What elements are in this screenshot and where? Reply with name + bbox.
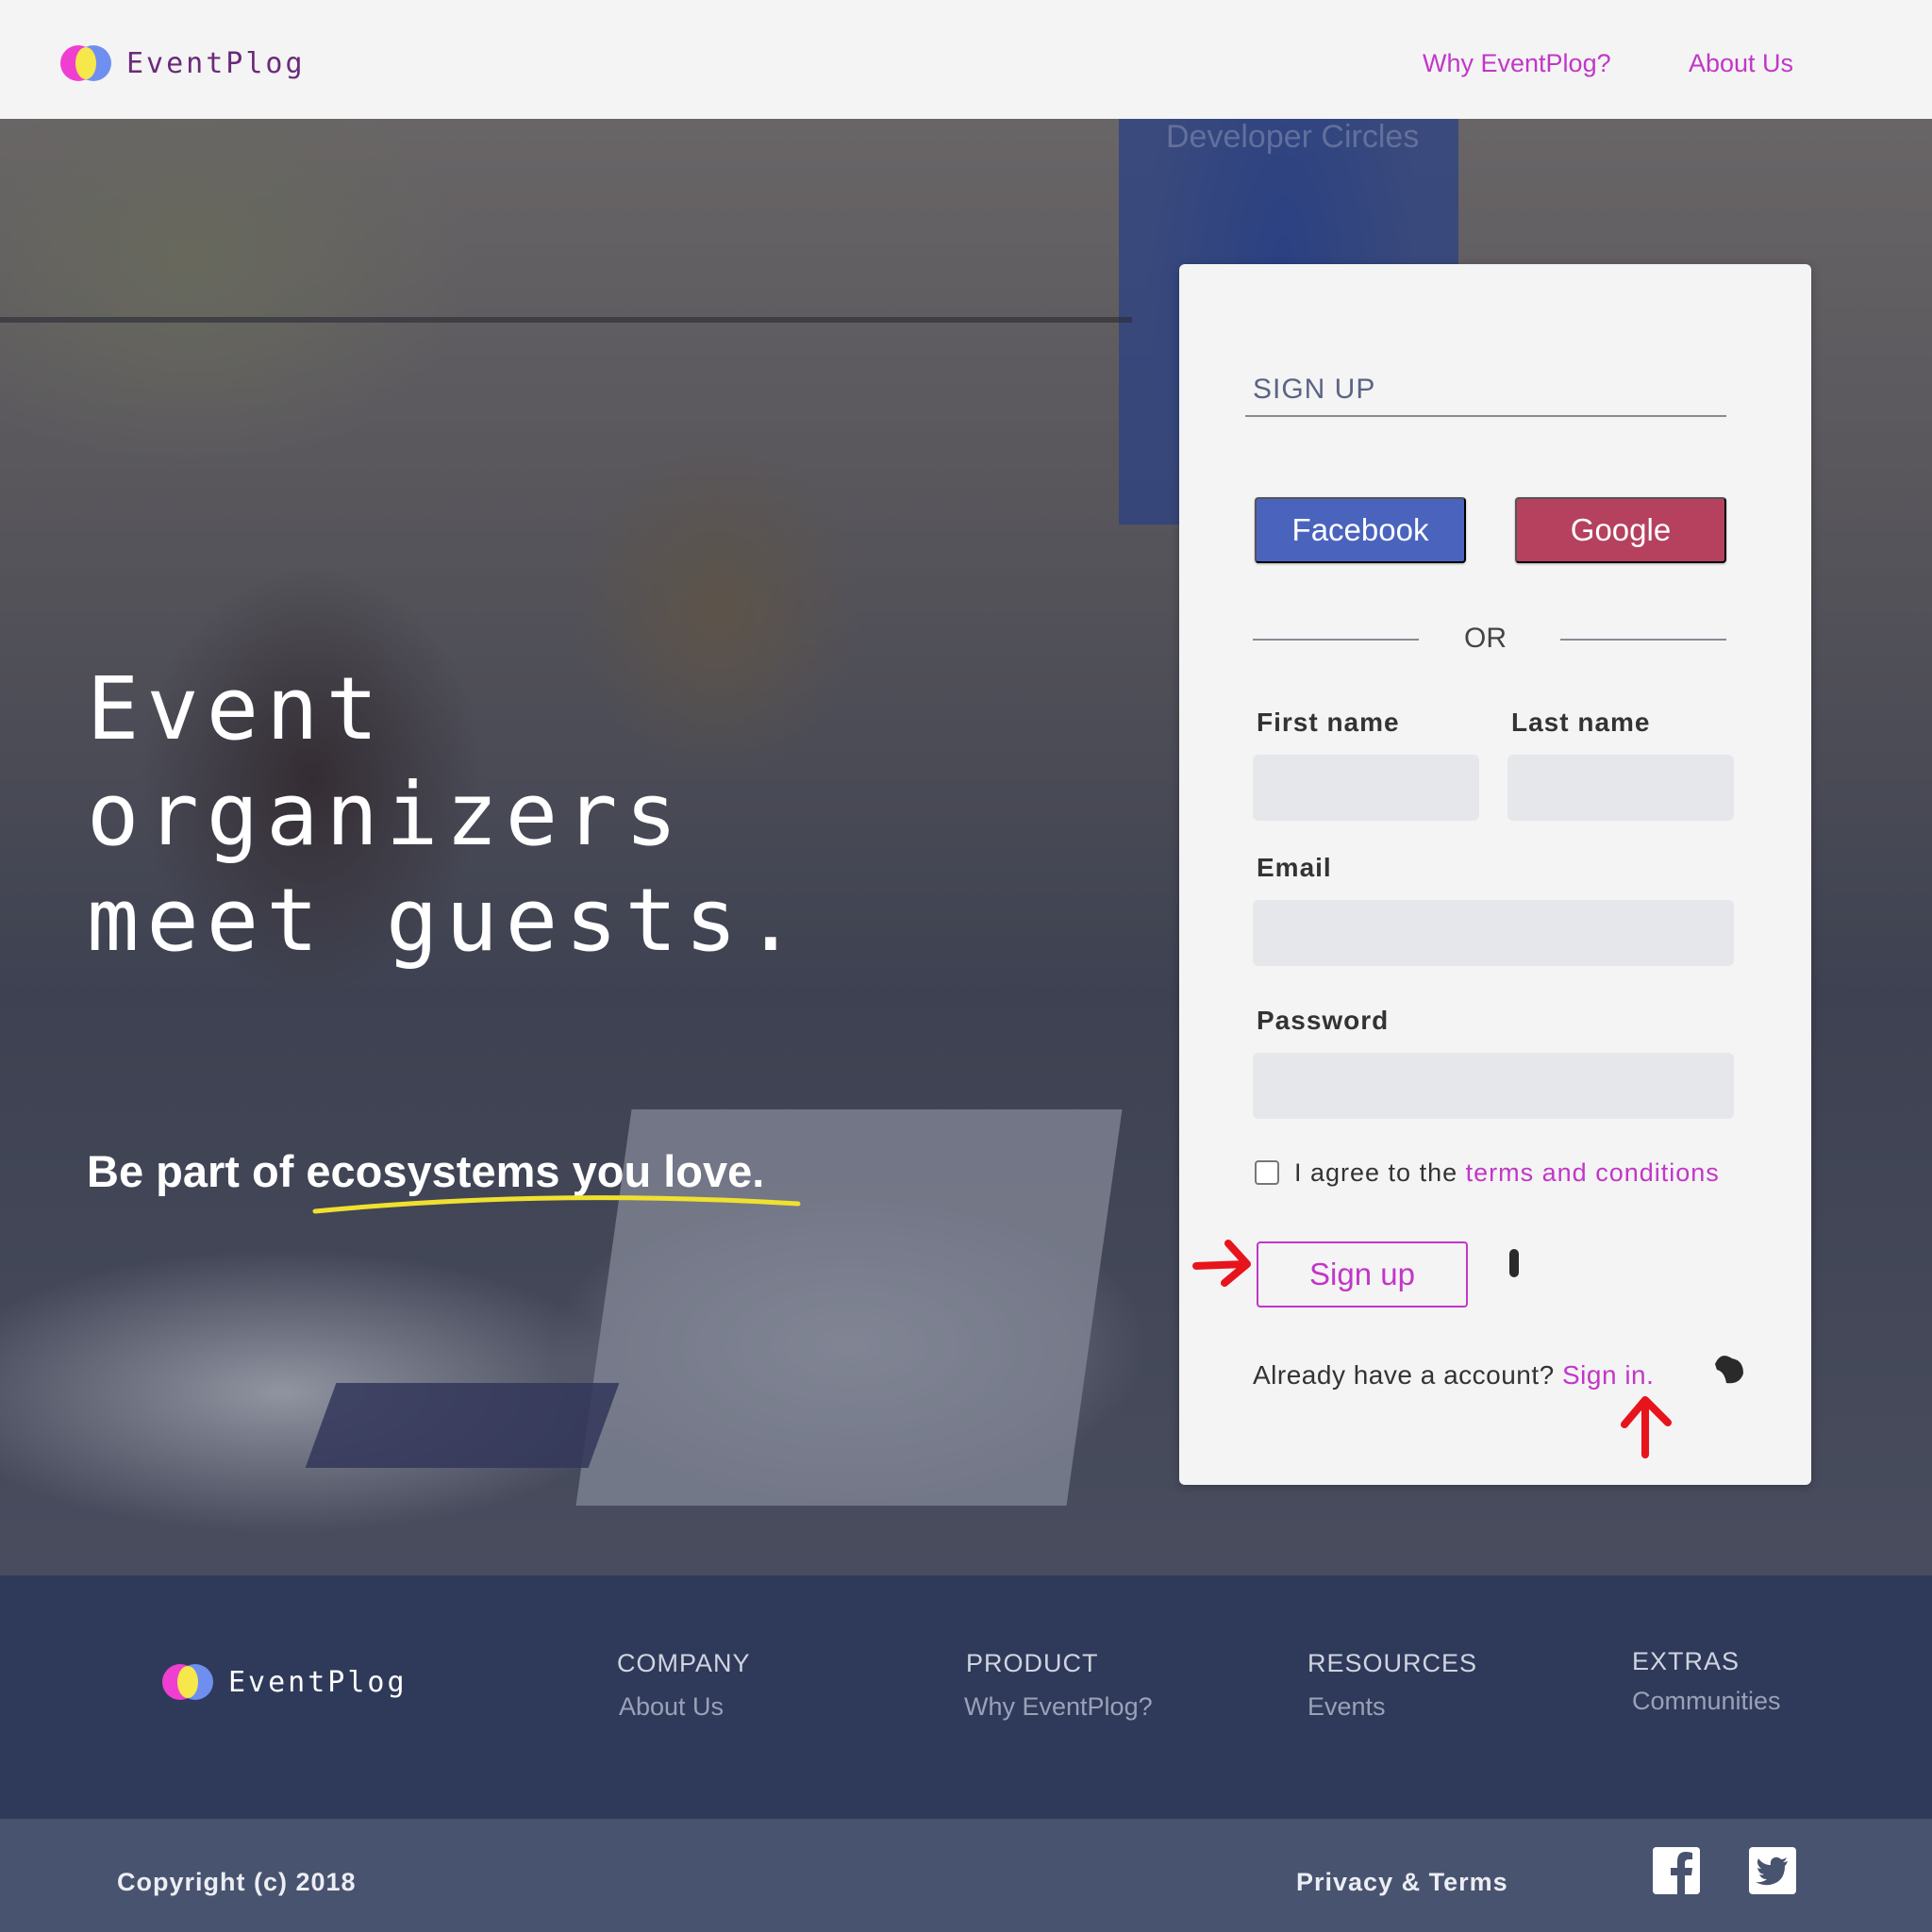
nav-link-why[interactable]: Why EventPlog? <box>1423 49 1611 78</box>
facebook-glyph <box>1653 1847 1700 1894</box>
terms-text: I agree to the terms and conditions <box>1294 1158 1720 1188</box>
last-name-input[interactable] <box>1507 755 1734 821</box>
first-name-label: First name <box>1257 708 1400 737</box>
headline-line-1: Event <box>87 658 386 759</box>
privacy-terms-link[interactable]: Privacy & Terms <box>1296 1868 1508 1897</box>
nav-link-about[interactable]: About Us <box>1689 49 1793 78</box>
terms-checkbox[interactable] <box>1255 1160 1279 1185</box>
terms-prefix: I agree to the <box>1294 1158 1458 1187</box>
password-input[interactable] <box>1253 1053 1734 1119</box>
signup-title: SIGN UP <box>1253 374 1376 405</box>
twitter-icon[interactable] <box>1749 1847 1796 1894</box>
footer-brand-logo[interactable]: EventPlog <box>162 1664 408 1700</box>
copyright-text: Copyright (c) 2018 <box>117 1868 357 1896</box>
logo-icon <box>60 45 111 81</box>
footer-heading-resources: RESOURCES <box>1307 1649 1478 1677</box>
or-divider-right <box>1560 639 1726 641</box>
site-footer: EventPlog COMPANY About Us PRODUCT Why E… <box>0 1575 1932 1819</box>
black-scribble-icon <box>1715 1356 1743 1384</box>
title-divider <box>1245 415 1726 417</box>
red-arrow-right-icon <box>1192 1240 1251 1287</box>
tagline-underline <box>312 1195 801 1214</box>
footer-link-why[interactable]: Why EventPlog? <box>964 1692 1153 1722</box>
or-divider-left <box>1253 639 1419 641</box>
footer-heading-extras: EXTRAS <box>1632 1647 1740 1675</box>
or-label: OR <box>1464 623 1507 654</box>
red-arrow-up-icon <box>1621 1396 1672 1458</box>
footer-heading-company: COMPANY <box>617 1649 751 1677</box>
signup-card: SIGN UP Facebook Google OR First name La… <box>1179 264 1811 1485</box>
headline-line-3: meet guests. <box>87 870 805 971</box>
site-header: EventPlog Why EventPlog? About Us <box>0 0 1932 119</box>
last-name-label: Last name <box>1511 708 1651 737</box>
first-name-input[interactable] <box>1253 755 1479 821</box>
google-signup-button[interactable]: Google <box>1515 497 1726 563</box>
facebook-icon[interactable] <box>1653 1847 1700 1894</box>
footer-link-communities[interactable]: Communities <box>1632 1687 1781 1716</box>
email-label: Email <box>1257 853 1332 882</box>
signin-link[interactable]: Sign in. <box>1562 1360 1654 1390</box>
footer-heading-product: PRODUCT <box>966 1649 1099 1677</box>
password-label: Password <box>1257 1006 1390 1035</box>
signup-submit-button[interactable]: Sign up <box>1257 1241 1468 1307</box>
black-mark-icon <box>1509 1249 1519 1277</box>
footer-bottom-bar: Copyright (c) 2018 Privacy & Terms <box>0 1819 1932 1932</box>
footer-brand-name: EventPlog <box>228 1665 408 1699</box>
brand-name: EventPlog <box>126 46 306 80</box>
facebook-signup-button[interactable]: Facebook <box>1255 497 1466 563</box>
brand-logo[interactable]: EventPlog <box>60 45 306 81</box>
headline-line-2: organizers <box>87 764 685 865</box>
footer-link-events[interactable]: Events <box>1307 1692 1386 1722</box>
footer-logo-icon <box>162 1664 213 1700</box>
hero-headline: Event organizers meet guests. <box>87 657 841 974</box>
footer-link-about[interactable]: About Us <box>619 1692 724 1722</box>
signin-prompt-text: Already have a account? <box>1253 1360 1555 1390</box>
email-input[interactable] <box>1253 900 1734 966</box>
twitter-glyph <box>1749 1847 1796 1894</box>
signin-prompt: Already have a account? Sign in. <box>1253 1360 1654 1391</box>
terms-link[interactable]: terms and conditions <box>1466 1158 1720 1187</box>
